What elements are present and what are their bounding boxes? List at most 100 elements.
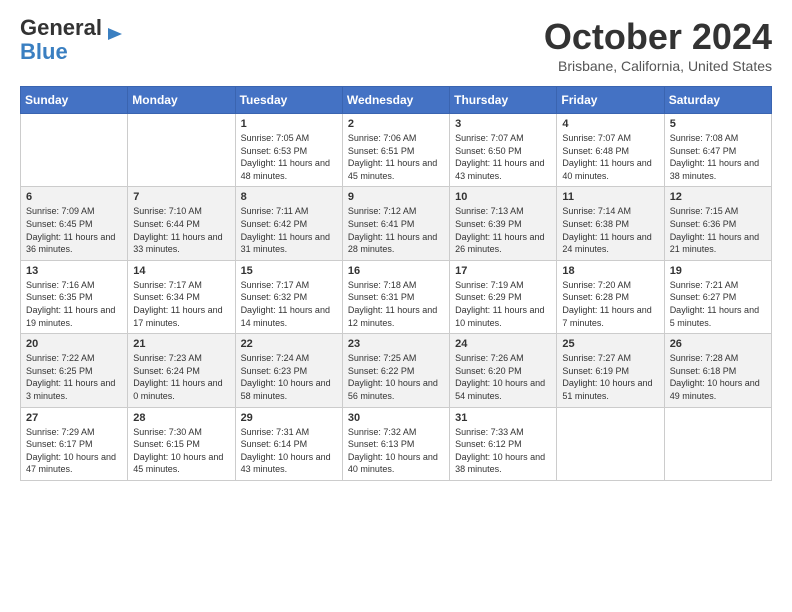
day-info: Sunrise: 7:23 AM Sunset: 6:24 PM Dayligh… xyxy=(133,352,229,402)
day-cell: 1 Sunrise: 7:05 AM Sunset: 6:53 PM Daylig… xyxy=(235,114,342,187)
day-info: Sunrise: 7:30 AM Sunset: 6:15 PM Dayligh… xyxy=(133,426,229,476)
col-header-thursday: Thursday xyxy=(450,87,557,114)
day-cell: 29 Sunrise: 7:31 AM Sunset: 6:14 PM Dayli… xyxy=(235,407,342,480)
header-row: SundayMondayTuesdayWednesdayThursdayFrid… xyxy=(21,87,772,114)
day-info: Sunrise: 7:14 AM Sunset: 6:38 PM Dayligh… xyxy=(562,205,658,255)
day-number: 28 xyxy=(133,412,229,424)
day-number: 15 xyxy=(241,265,337,277)
day-number: 13 xyxy=(26,265,122,277)
day-cell: 14 Sunrise: 7:17 AM Sunset: 6:34 PM Dayli… xyxy=(128,260,235,333)
day-number: 6 xyxy=(26,191,122,203)
day-info: Sunrise: 7:25 AM Sunset: 6:22 PM Dayligh… xyxy=(348,352,444,402)
col-header-sunday: Sunday xyxy=(21,87,128,114)
day-number: 26 xyxy=(670,338,766,350)
day-cell: 23 Sunrise: 7:25 AM Sunset: 6:22 PM Dayli… xyxy=(342,334,449,407)
day-number: 12 xyxy=(670,191,766,203)
day-info: Sunrise: 7:18 AM Sunset: 6:31 PM Dayligh… xyxy=(348,279,444,329)
day-number: 22 xyxy=(241,338,337,350)
day-cell xyxy=(128,114,235,187)
week-row-5: 27Sunrise: 7:29 AM Sunset: 6:17 PM Dayli… xyxy=(21,407,772,480)
day-cell: 11 Sunrise: 7:14 AM Sunset: 6:38 PM Dayli… xyxy=(557,187,664,260)
logo-text: GeneralBlue xyxy=(20,16,102,64)
day-number: 30 xyxy=(348,412,444,424)
day-info: Sunrise: 7:28 AM Sunset: 6:18 PM Dayligh… xyxy=(670,352,766,402)
day-cell: 7Sunrise: 7:10 AM Sunset: 6:44 PM Daylig… xyxy=(128,187,235,260)
day-info: Sunrise: 7:31 AM Sunset: 6:14 PM Dayligh… xyxy=(241,426,337,476)
day-number: 23 xyxy=(348,338,444,350)
day-cell: 17 Sunrise: 7:19 AM Sunset: 6:29 PM Dayli… xyxy=(450,260,557,333)
day-info: Sunrise: 7:09 AM Sunset: 6:45 PM Dayligh… xyxy=(26,205,122,255)
day-cell: 25Sunrise: 7:27 AM Sunset: 6:19 PM Dayli… xyxy=(557,334,664,407)
logo-general: General xyxy=(20,15,102,40)
day-info: Sunrise: 7:16 AM Sunset: 6:35 PM Dayligh… xyxy=(26,279,122,329)
day-info: Sunrise: 7:10 AM Sunset: 6:44 PM Dayligh… xyxy=(133,205,229,255)
day-number: 16 xyxy=(348,265,444,277)
day-cell: 21 Sunrise: 7:23 AM Sunset: 6:24 PM Dayli… xyxy=(128,334,235,407)
day-cell: 28 Sunrise: 7:30 AM Sunset: 6:15 PM Dayli… xyxy=(128,407,235,480)
header: GeneralBlue October 2024 Brisbane, Calif… xyxy=(20,16,772,74)
week-row-1: 1 Sunrise: 7:05 AM Sunset: 6:53 PM Daylig… xyxy=(21,114,772,187)
day-number: 20 xyxy=(26,338,122,350)
col-header-tuesday: Tuesday xyxy=(235,87,342,114)
week-row-4: 20Sunrise: 7:22 AM Sunset: 6:25 PM Dayli… xyxy=(21,334,772,407)
day-number: 24 xyxy=(455,338,551,350)
day-cell: 9 Sunrise: 7:12 AM Sunset: 6:41 PM Daylig… xyxy=(342,187,449,260)
day-info: Sunrise: 7:06 AM Sunset: 6:51 PM Dayligh… xyxy=(348,132,444,182)
day-info: Sunrise: 7:15 AM Sunset: 6:36 PM Dayligh… xyxy=(670,205,766,255)
col-header-friday: Friday xyxy=(557,87,664,114)
day-number: 2 xyxy=(348,118,444,130)
logo: GeneralBlue xyxy=(20,16,124,64)
day-number: 3 xyxy=(455,118,551,130)
day-number: 1 xyxy=(241,118,337,130)
day-cell: 2 Sunrise: 7:06 AM Sunset: 6:51 PM Daylig… xyxy=(342,114,449,187)
logo-arrow-icon xyxy=(104,24,124,44)
day-info: Sunrise: 7:05 AM Sunset: 6:53 PM Dayligh… xyxy=(241,132,337,182)
day-cell: 3 Sunrise: 7:07 AM Sunset: 6:50 PM Daylig… xyxy=(450,114,557,187)
day-number: 5 xyxy=(670,118,766,130)
day-info: Sunrise: 7:08 AM Sunset: 6:47 PM Dayligh… xyxy=(670,132,766,182)
day-info: Sunrise: 7:17 AM Sunset: 6:32 PM Dayligh… xyxy=(241,279,337,329)
day-info: Sunrise: 7:33 AM Sunset: 6:12 PM Dayligh… xyxy=(455,426,551,476)
day-cell: 10Sunrise: 7:13 AM Sunset: 6:39 PM Dayli… xyxy=(450,187,557,260)
day-info: Sunrise: 7:21 AM Sunset: 6:27 PM Dayligh… xyxy=(670,279,766,329)
day-info: Sunrise: 7:07 AM Sunset: 6:48 PM Dayligh… xyxy=(562,132,658,182)
day-number: 21 xyxy=(133,338,229,350)
day-number: 8 xyxy=(241,191,337,203)
day-number: 4 xyxy=(562,118,658,130)
day-number: 27 xyxy=(26,412,122,424)
day-info: Sunrise: 7:19 AM Sunset: 6:29 PM Dayligh… xyxy=(455,279,551,329)
location: Brisbane, California, United States xyxy=(544,58,772,74)
calendar-table: SundayMondayTuesdayWednesdayThursdayFrid… xyxy=(20,86,772,481)
day-info: Sunrise: 7:20 AM Sunset: 6:28 PM Dayligh… xyxy=(562,279,658,329)
day-info: Sunrise: 7:32 AM Sunset: 6:13 PM Dayligh… xyxy=(348,426,444,476)
day-cell: 31Sunrise: 7:33 AM Sunset: 6:12 PM Dayli… xyxy=(450,407,557,480)
day-cell: 19 Sunrise: 7:21 AM Sunset: 6:27 PM Dayli… xyxy=(664,260,771,333)
day-number: 29 xyxy=(241,412,337,424)
day-number: 18 xyxy=(562,265,658,277)
day-info: Sunrise: 7:26 AM Sunset: 6:20 PM Dayligh… xyxy=(455,352,551,402)
day-number: 9 xyxy=(348,191,444,203)
day-number: 11 xyxy=(562,191,658,203)
day-number: 25 xyxy=(562,338,658,350)
day-cell: 13 Sunrise: 7:16 AM Sunset: 6:35 PM Dayli… xyxy=(21,260,128,333)
week-row-3: 13 Sunrise: 7:16 AM Sunset: 6:35 PM Dayli… xyxy=(21,260,772,333)
day-number: 10 xyxy=(455,191,551,203)
day-number: 19 xyxy=(670,265,766,277)
day-info: Sunrise: 7:17 AM Sunset: 6:34 PM Dayligh… xyxy=(133,279,229,329)
day-cell: 26 Sunrise: 7:28 AM Sunset: 6:18 PM Dayli… xyxy=(664,334,771,407)
title-block: October 2024 Brisbane, California, Unite… xyxy=(544,16,772,74)
day-info: Sunrise: 7:12 AM Sunset: 6:41 PM Dayligh… xyxy=(348,205,444,255)
day-cell: 30 Sunrise: 7:32 AM Sunset: 6:13 PM Dayli… xyxy=(342,407,449,480)
day-cell: 4 Sunrise: 7:07 AM Sunset: 6:48 PM Daylig… xyxy=(557,114,664,187)
day-info: Sunrise: 7:24 AM Sunset: 6:23 PM Dayligh… xyxy=(241,352,337,402)
week-row-2: 6 Sunrise: 7:09 AM Sunset: 6:45 PM Daylig… xyxy=(21,187,772,260)
day-cell: 15 Sunrise: 7:17 AM Sunset: 6:32 PM Dayli… xyxy=(235,260,342,333)
day-cell: 5 Sunrise: 7:08 AM Sunset: 6:47 PM Daylig… xyxy=(664,114,771,187)
col-header-saturday: Saturday xyxy=(664,87,771,114)
day-number: 17 xyxy=(455,265,551,277)
day-number: 14 xyxy=(133,265,229,277)
day-cell: 20Sunrise: 7:22 AM Sunset: 6:25 PM Dayli… xyxy=(21,334,128,407)
day-cell: 24 Sunrise: 7:26 AM Sunset: 6:20 PM Dayli… xyxy=(450,334,557,407)
day-cell: 22 Sunrise: 7:24 AM Sunset: 6:23 PM Dayli… xyxy=(235,334,342,407)
day-info: Sunrise: 7:07 AM Sunset: 6:50 PM Dayligh… xyxy=(455,132,551,182)
